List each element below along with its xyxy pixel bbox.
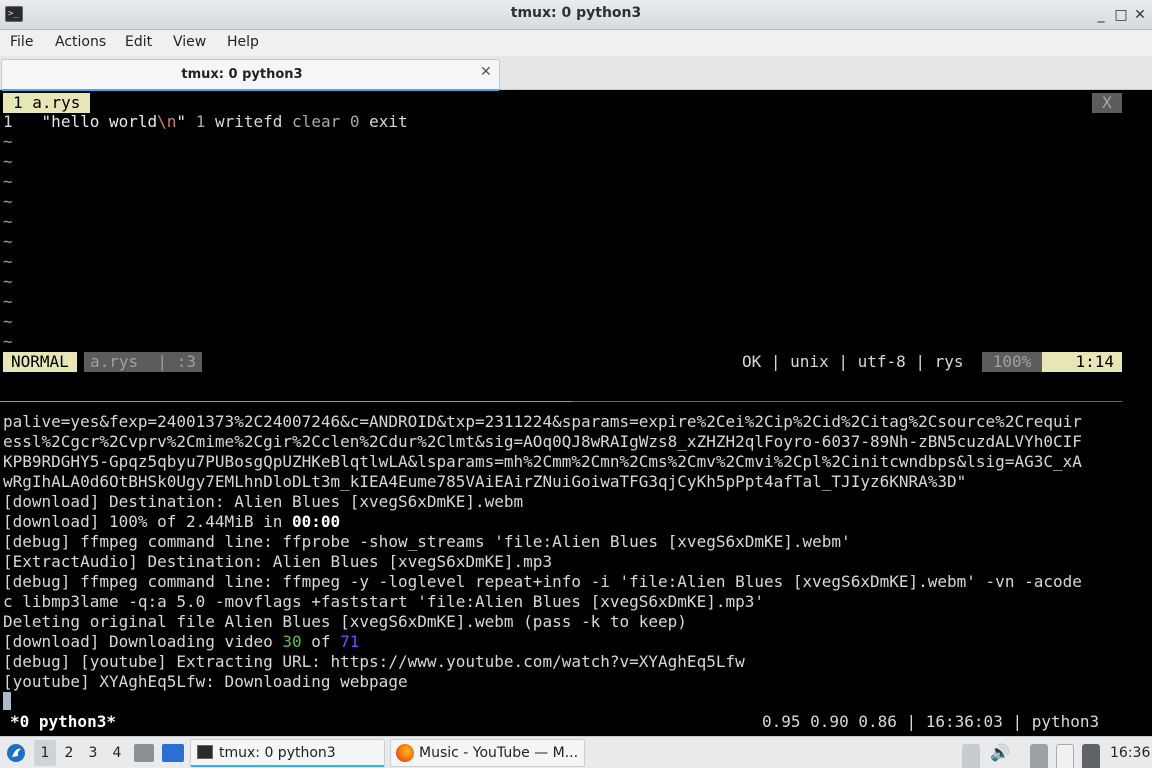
menu-bar: File Actions Edit View Help xyxy=(0,30,1152,56)
shell-output-line: palive=yes&fexp=24001373%2C24007246&c=AN… xyxy=(3,412,1082,431)
desktop-4[interactable]: 4 xyxy=(106,737,128,768)
pane-divider-right xyxy=(572,401,1122,402)
shell-output-line: [download] 100% of 2.44MiB in 00:00 xyxy=(3,512,340,532)
firefox-icon xyxy=(396,744,414,762)
code-string: "hello world xyxy=(41,112,158,131)
download-progress-text: [download] 100% of 2.44MiB in xyxy=(3,512,292,531)
terminal-area[interactable]: 1 a.rys X 1 "hello world\n" 1 writefd cl… xyxy=(0,91,1152,736)
shell-output-line: [debug] ffmpeg command line: ffprobe -sh… xyxy=(3,532,851,551)
close-button[interactable]: ✕ xyxy=(1129,4,1151,26)
network-icon[interactable] xyxy=(1030,744,1048,768)
vim-empty-line: ~ xyxy=(3,132,13,151)
shell-output-line: c libmp3lame -q:a 5.0 -movflags +faststa… xyxy=(3,592,764,611)
tmux-status-right: 0.95 0.90 0.86 | 16:36:03 | python3 xyxy=(762,712,1100,731)
vim-empty-line: ~ xyxy=(3,272,13,291)
shell-output-line: [ExtractAudio] Destination: Alien Blues … xyxy=(3,552,553,571)
pane-divider[interactable] xyxy=(0,401,1122,403)
tray-arrow-icon[interactable] xyxy=(962,744,980,768)
task-tmux-label: tmux: 0 python3 xyxy=(219,745,336,761)
tab-label: tmux: 0 python3 xyxy=(181,67,303,82)
task-firefox[interactable]: Music - YouTube — M... xyxy=(390,739,585,767)
code-word: exit xyxy=(369,112,408,131)
shell-output-line: [youtube] XYAghEq5Lfw: Downloading webpa… xyxy=(3,672,408,691)
video-current: 30 xyxy=(282,632,302,651)
shell-output-line: KPB9RDGHY5-Gpqz5qbyu7PUBosgQpUZHKeBlqtlw… xyxy=(3,452,1082,471)
shell-output-line: Deleting original file Alien Blues [xveg… xyxy=(3,612,687,631)
code-escape: \n xyxy=(157,112,177,131)
pane-divider-left xyxy=(0,401,572,402)
vim-tab-a-rys[interactable]: 1 a.rys xyxy=(3,93,91,113)
window-titlebar[interactable]: >_ tmux: 0 python3 _ □ ✕ xyxy=(0,0,1152,30)
video-of: of xyxy=(301,632,341,651)
code-string-end: " xyxy=(176,112,187,131)
menu-file[interactable]: File xyxy=(10,34,33,50)
terminal-task-icon xyxy=(197,745,213,759)
vim-cursor-position: 1:14 xyxy=(1042,352,1122,372)
tab-close-icon[interactable]: ✕ xyxy=(480,64,492,80)
shell-output-line: [download] Destination: Alien Blues [xve… xyxy=(3,492,524,511)
code-keyword: clear xyxy=(292,112,341,131)
shell-output-line: [debug] ffmpeg command line: ffmpeg -y -… xyxy=(3,572,1082,591)
vim-empty-line: ~ xyxy=(3,212,13,231)
menu-view[interactable]: View xyxy=(173,34,206,50)
start-menu-icon[interactable] xyxy=(4,737,28,768)
window-title: tmux: 0 python3 xyxy=(510,5,642,21)
vim-mode: NORMAL xyxy=(3,352,77,372)
menu-edit[interactable]: Edit xyxy=(125,34,152,50)
desktop-1[interactable]: 1 xyxy=(34,740,56,766)
vim-empty-line: ~ xyxy=(3,332,13,351)
code-number: 1 xyxy=(195,112,206,131)
taskbar: 1 2 3 4 tmux: 0 python3 Music - YouTube … xyxy=(0,736,1152,768)
video-total: 71 xyxy=(340,632,360,651)
vim-tab-close[interactable]: X xyxy=(1092,93,1122,113)
menu-actions[interactable]: Actions xyxy=(55,34,106,50)
desktop-3[interactable]: 3 xyxy=(82,737,104,768)
tab-bar: tmux: 0 python3 ✕ xyxy=(0,56,1152,91)
vim-empty-line: ~ xyxy=(3,192,13,211)
vim-filename: a.rys | :3 xyxy=(84,352,202,372)
video-progress-text: [download] Downloading video xyxy=(3,632,283,651)
tmux-window-label[interactable]: *0 python3* xyxy=(10,712,116,732)
vim-empty-line: ~ xyxy=(3,292,13,311)
show-desktop-icon[interactable] xyxy=(162,744,184,762)
vim-empty-line: ~ xyxy=(3,172,13,191)
shell-output-line: essl%2Cgcr%2Cvprv%2Cmime%2Cgir%2Cclen%2C… xyxy=(3,432,1082,451)
vim-empty-line: ~ xyxy=(3,312,13,331)
desktop-2[interactable]: 2 xyxy=(58,737,80,768)
code-word: writefd xyxy=(214,112,283,131)
vim-code-line: 1 "hello world\n" 1 writefd clear 0 exit xyxy=(3,112,408,132)
vim-empty-line: ~ xyxy=(3,232,13,251)
vim-percent: 100% xyxy=(982,352,1042,372)
clock[interactable]: 16:36 xyxy=(1110,737,1150,768)
terminal-cursor xyxy=(3,692,11,710)
file-manager-icon[interactable] xyxy=(134,744,154,762)
vim-empty-line: ~ xyxy=(3,252,13,271)
vim-file-info: OK | unix | utf-8 | rys xyxy=(742,352,964,371)
code-number: 0 xyxy=(349,112,360,131)
clipboard-icon[interactable] xyxy=(1056,744,1074,768)
shell-output-line: [debug] [youtube] Extracting URL: https:… xyxy=(3,652,745,671)
shell-output-line: wRgIhALA0d6OtBHSk0Ugy7EMLhnDloDLt3m_kIEA… xyxy=(3,472,967,491)
shell-output-line: [download] Downloading video 30 of 71 xyxy=(3,632,359,652)
volume-icon[interactable]: 🔊 xyxy=(990,744,1010,762)
line-number: 1 xyxy=(3,112,13,131)
menu-help[interactable]: Help xyxy=(227,34,259,50)
vim-empty-line: ~ xyxy=(3,152,13,171)
task-firefox-label: Music - YouTube — M... xyxy=(419,745,579,761)
minimize-button[interactable]: _ xyxy=(1090,4,1112,26)
task-tmux[interactable]: tmux: 0 python3 xyxy=(190,739,385,767)
download-time: 00:00 xyxy=(291,512,341,531)
tab-tmux[interactable]: tmux: 0 python3 ✕ xyxy=(1,59,500,91)
notifications-icon[interactable] xyxy=(1082,744,1100,768)
